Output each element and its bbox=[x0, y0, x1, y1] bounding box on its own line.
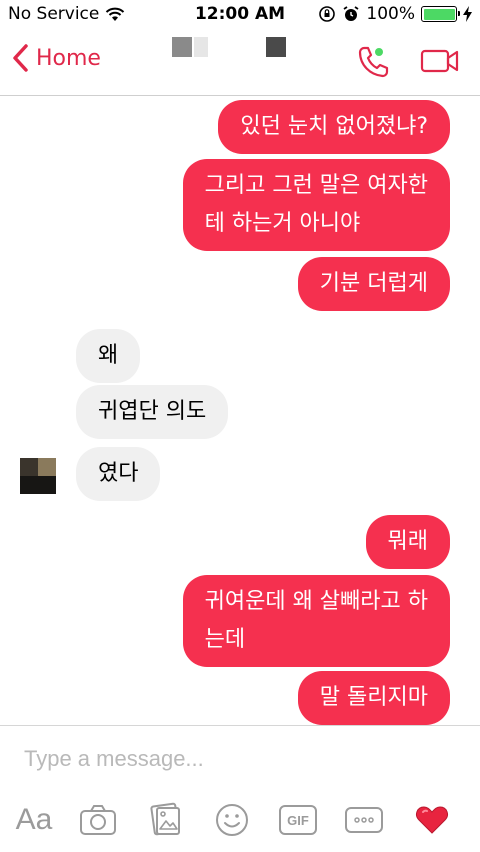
message-bubble-incoming[interactable]: 였다 bbox=[76, 447, 161, 501]
emoji-icon[interactable] bbox=[210, 798, 254, 842]
phone-call-icon[interactable] bbox=[356, 44, 390, 78]
gif-icon[interactable]: GIF bbox=[276, 798, 320, 842]
gif-label: GIF bbox=[287, 813, 309, 828]
contact-avatar[interactable] bbox=[20, 458, 56, 494]
composer-toolbar: Aa GIF bbox=[0, 798, 480, 842]
video-call-icon[interactable] bbox=[420, 47, 460, 75]
rotation-lock-icon bbox=[319, 6, 336, 22]
charging-bolt-icon bbox=[463, 6, 472, 22]
message-bubble-outgoing[interactable]: 있던 눈치 없어졌냐? bbox=[218, 100, 450, 154]
message-bubble-incoming[interactable]: 왜 bbox=[76, 329, 141, 383]
text-style-label: Aa bbox=[15, 803, 53, 836]
message-bubble-outgoing[interactable]: 귀여운데 왜 살빼라고 하 는데 bbox=[182, 575, 450, 667]
back-chevron-icon bbox=[13, 44, 28, 72]
contact-name-redacted-1 bbox=[172, 37, 192, 57]
camera-icon[interactable] bbox=[76, 798, 120, 842]
contact-name-redacted-2 bbox=[194, 37, 208, 57]
battery-icon bbox=[421, 6, 460, 22]
message-bubble-outgoing[interactable]: 기분 더럽게 bbox=[297, 257, 450, 311]
message-thread[interactable]: 있던 눈치 없어졌냐? 그리고 그런 말은 여자한 테 하는거 아니야 기분 더… bbox=[0, 97, 480, 725]
more-icon[interactable] bbox=[342, 798, 386, 842]
call-actions bbox=[356, 44, 460, 78]
message-input[interactable] bbox=[24, 746, 454, 772]
message-bubble-incoming[interactable]: 귀엽단 의도 bbox=[76, 385, 229, 439]
message-bubble-outgoing[interactable]: 그리고 그런 말은 여자한 테 하는거 아니야 bbox=[182, 159, 450, 251]
contact-name-redacted-3 bbox=[266, 37, 286, 57]
message-composer: Aa bbox=[0, 725, 480, 852]
conversation-header: Home bbox=[0, 30, 480, 96]
battery-percent: 100% bbox=[366, 4, 415, 24]
message-bubble-outgoing[interactable]: 뭐래 bbox=[365, 515, 450, 569]
battery-level bbox=[423, 8, 455, 20]
status-right: 100% bbox=[318, 4, 472, 24]
heart-icon[interactable] bbox=[410, 798, 454, 842]
text-style-icon[interactable]: Aa bbox=[12, 798, 56, 842]
alarm-icon bbox=[343, 6, 359, 21]
photo-gallery-icon[interactable] bbox=[144, 798, 188, 842]
back-label: Home bbox=[36, 45, 101, 71]
status-bar: No Service 12:00 AM 100% bbox=[0, 0, 480, 30]
message-bubble-outgoing[interactable]: 말 돌리지마 bbox=[297, 671, 450, 725]
back-button[interactable]: Home bbox=[12, 44, 101, 72]
